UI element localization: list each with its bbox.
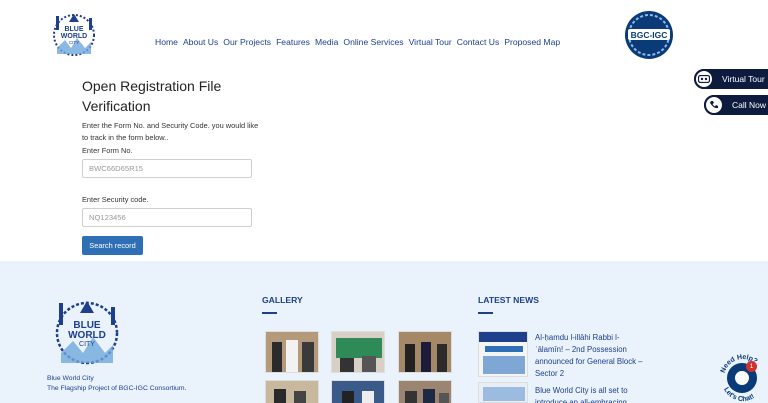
nav-contact-us[interactable]: Contact Us: [457, 37, 500, 47]
nav-home[interactable]: Home: [155, 37, 178, 47]
news-item-1[interactable]: Al-ḥamdu l-illāhi Rabbi l-ʿālamīn! – 2nd…: [535, 332, 645, 380]
phone-icon: [704, 95, 724, 115]
svg-text:WORLD: WORLD: [61, 33, 87, 40]
page-title: Open Registration File Verification: [82, 78, 222, 114]
svg-text:CITY: CITY: [79, 341, 95, 348]
virtual-tour-side-label: Virtual Tour: [722, 74, 765, 84]
blue-world-city-logo[interactable]: BLUE WORLD CITY: [47, 8, 101, 62]
nav-media[interactable]: Media: [315, 37, 338, 47]
footer-tagline-description: The Flagship Project of BGC-IGC Consorti…: [47, 385, 187, 392]
svg-text:BGC-IGC: BGC-IGC: [631, 30, 668, 40]
svg-text:CITY: CITY: [69, 40, 79, 45]
latest-news-heading: LATEST NEWS: [478, 295, 539, 305]
chat-notification-badge: 1: [746, 361, 757, 372]
chat-bubble-icon: [735, 371, 749, 385]
news-thumbnail-2[interactable]: [478, 382, 528, 403]
nav-features[interactable]: Features: [276, 37, 310, 47]
security-code-label: Enter Security code.: [82, 195, 149, 204]
call-now-side-label: Call Now: [732, 100, 767, 110]
nav-our-projects[interactable]: Our Projects: [223, 37, 271, 47]
security-code-input[interactable]: [82, 208, 252, 227]
nav-online-services[interactable]: Online Services: [343, 37, 403, 47]
search-record-button[interactable]: Search record: [82, 236, 143, 255]
call-now-side-button[interactable]: Call Now: [704, 95, 768, 115]
gallery-image-1[interactable]: [265, 331, 319, 373]
registration-form: Open Registration File Verification Ente…: [82, 76, 262, 227]
form-no-label: Enter Form No.: [82, 146, 133, 155]
gallery-heading: GALLERY: [262, 295, 303, 305]
nav-virtual-tour[interactable]: Virtual Tour: [409, 37, 452, 47]
bgc-igc-logo[interactable]: BGC-IGC: [622, 10, 676, 60]
gallery-image-4[interactable]: [265, 380, 319, 403]
vr-headset-icon: [694, 69, 714, 89]
gallery-heading-underline: [262, 312, 277, 314]
nav-proposed-map[interactable]: Proposed Map: [504, 37, 560, 47]
site-footer: BLUE WORLD CITY Blue World City The Flag…: [0, 261, 768, 403]
news-thumbnail-1[interactable]: [478, 331, 528, 377]
site-header: BLUE WORLD CITY Home About Us Our Projec…: [0, 0, 768, 70]
latest-news-heading-underline: [478, 312, 493, 314]
gallery-image-2[interactable]: [331, 331, 385, 373]
main-nav: Home About Us Our Projects Features Medi…: [155, 37, 560, 47]
gallery-image-3[interactable]: [398, 331, 452, 373]
svg-text:BLUE: BLUE: [64, 26, 83, 33]
svg-text:WORLD: WORLD: [68, 330, 106, 341]
footer-blue-world-city-logo: BLUE WORLD CITY: [55, 301, 119, 365]
gallery-image-5[interactable]: [331, 380, 385, 403]
news-item-2[interactable]: Blue World City is all set to introduce …: [535, 385, 645, 403]
virtual-tour-side-button[interactable]: Virtual Tour: [694, 69, 768, 89]
form-no-input[interactable]: [82, 159, 252, 178]
footer-tagline-name: Blue World City: [47, 375, 94, 382]
nav-about-us[interactable]: About Us: [183, 37, 218, 47]
form-description: Enter the Form No. and Security Code. yo…: [82, 121, 259, 142]
gallery-image-6[interactable]: [398, 380, 452, 403]
